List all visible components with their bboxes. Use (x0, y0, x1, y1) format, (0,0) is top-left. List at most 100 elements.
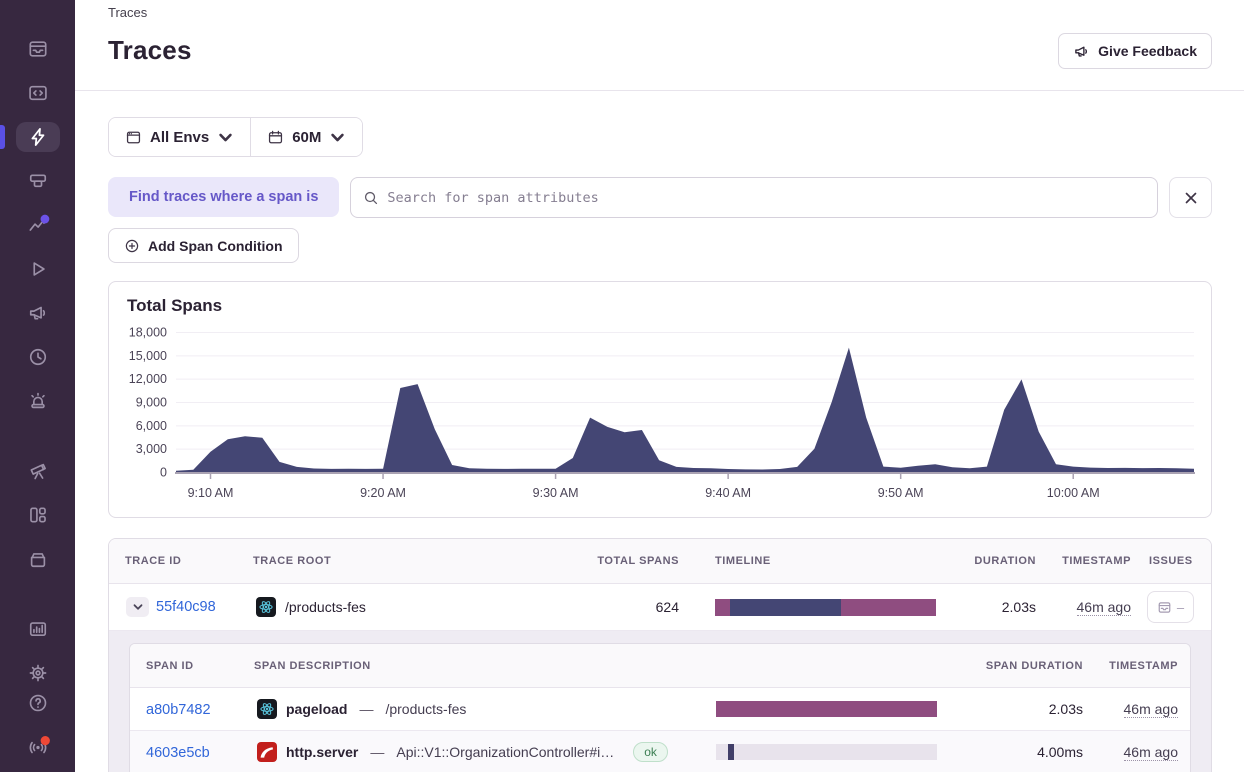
expand-trace-button[interactable] (126, 597, 149, 617)
spans-table: SPAN ID SPAN DESCRIPTION SPAN DURATION T… (129, 643, 1191, 772)
svg-text:15,000: 15,000 (129, 349, 167, 363)
megaphone-icon (1075, 46, 1088, 57)
svg-text:9:20 AM: 9:20 AM (360, 486, 406, 500)
svg-text:18,000: 18,000 (129, 326, 167, 340)
svg-text:9:30 AM: 9:30 AM (533, 486, 579, 500)
trace-row: 55f40c98 /products-fes 624 2.03s 46m ago… (109, 584, 1211, 631)
sidebar-item-dashboards[interactable] (16, 166, 60, 196)
column-header-span-timestamp: TIMESTAMP (1109, 659, 1178, 672)
total-spans-value: 624 (655, 599, 679, 615)
spans-table-header: SPAN ID SPAN DESCRIPTION SPAN DURATION T… (130, 644, 1190, 688)
clear-search-button[interactable] (1169, 177, 1212, 218)
traces-table: TRACE ID TRACE ROOT TOTAL SPANS TIMELINE… (108, 538, 1212, 772)
search-input[interactable] (387, 189, 1145, 206)
sidebar-item-insights[interactable] (16, 210, 60, 240)
close-icon (1185, 192, 1196, 203)
chevron-down-icon (219, 133, 232, 141)
lightning-icon (31, 127, 44, 147)
sidebar-item-replays[interactable] (16, 254, 60, 284)
search-row: Find traces where a span is (108, 177, 1212, 218)
span-op: http.server (286, 744, 359, 760)
environment-filter-label: All Envs (150, 128, 210, 146)
whats-new-button[interactable] (16, 732, 60, 762)
sidebar-item-projects[interactable] (16, 78, 60, 108)
give-feedback-button[interactable]: Give Feedback (1058, 33, 1212, 69)
column-header-trace-id: TRACE ID (125, 555, 182, 567)
sidebar-item-feedback[interactable] (16, 298, 60, 328)
span-timestamp[interactable]: 46m ago (1123, 701, 1178, 718)
active-indicator (0, 125, 5, 149)
window-icon (126, 131, 141, 143)
trace-root-label: /products-fes (285, 599, 366, 615)
span-row: 4603e5cb http.server — Api::V1::Organiza… (130, 731, 1190, 772)
archive-box-icon (30, 553, 45, 568)
span-duration-bar (716, 744, 937, 760)
react-icon (257, 699, 277, 719)
sidebar-item-issues[interactable] (16, 34, 60, 64)
megaphone-icon (29, 306, 45, 320)
where-condition-label: Find traces where a span is (108, 177, 340, 217)
sidebar-item-alerts[interactable] (16, 386, 60, 416)
svg-text:12,000: 12,000 (129, 372, 167, 386)
separator: — (359, 701, 374, 717)
content-area: All Envs 60M Find traces where a span is (75, 91, 1244, 772)
sidebar-nav (0, 34, 75, 688)
span-id-link[interactable]: a80b7482 (146, 702, 211, 718)
sidebar-item-discover[interactable] (16, 456, 60, 486)
play-icon (32, 262, 45, 276)
span-duration-value: 4.00ms (1037, 744, 1083, 760)
column-header-span-duration: SPAN DURATION (985, 659, 1083, 672)
issues-icon (28, 41, 47, 57)
react-icon (256, 597, 276, 617)
span-op: pageload (286, 701, 348, 717)
rails-icon (257, 742, 277, 762)
calendar-icon (269, 130, 283, 143)
app-root: Traces Traces Give Feedback All Envs 60M… (0, 0, 1244, 772)
issues-icon (1158, 601, 1171, 613)
svg-text:9,000: 9,000 (136, 396, 167, 410)
breadcrumb[interactable]: Traces (108, 4, 1212, 22)
column-header-timestamp: TIMESTAMP (1062, 555, 1131, 567)
sidebar-item-explore[interactable] (0, 122, 60, 152)
bar-chart-icon (29, 622, 46, 636)
notification-dot-purple (40, 214, 49, 224)
sidebar-item-history[interactable] (16, 342, 60, 372)
span-description: /products-fes (385, 701, 467, 717)
span-timestamp[interactable]: 46m ago (1123, 744, 1178, 761)
page-title: Traces (108, 35, 192, 65)
broadcast-icon (29, 736, 50, 754)
total-spans-chart-card: Total Spans 0 3,000 6,000 9,000 12,000 15,000… (108, 281, 1212, 518)
help-button[interactable] (16, 688, 60, 718)
span-description: Api::V1::OrganizationController#i… (396, 744, 615, 760)
main-content: Traces Traces Give Feedback All Envs 60M… (75, 0, 1244, 772)
svg-text:3,000: 3,000 (136, 442, 167, 456)
add-span-condition-button[interactable]: Add Span Condition (108, 228, 299, 263)
sidebar-item-archive[interactable] (16, 544, 60, 574)
issues-empty-value: – (1176, 599, 1185, 615)
trace-id-link[interactable]: 55f40c98 (156, 599, 216, 615)
span-status-badge: ok (633, 742, 668, 762)
environment-filter[interactable]: All Envs (109, 118, 251, 156)
total-spans-area-chart: 0 3,000 6,000 9,000 12,000 15,000 18,000 9:10 A… (109, 282, 1211, 517)
time-period-filter[interactable]: 60M (250, 118, 363, 156)
search-box (350, 177, 1158, 218)
gear-icon (29, 664, 46, 682)
span-duration-bar (716, 701, 937, 717)
svg-text:10:00 AM: 10:00 AM (1047, 486, 1100, 500)
sidebar-item-boards[interactable] (16, 500, 60, 530)
telescope-icon (29, 463, 46, 480)
column-header-span-description: SPAN DESCRIPTION (254, 659, 371, 672)
trace-issues-button[interactable]: – (1147, 591, 1194, 623)
svg-text:9:40 AM: 9:40 AM (705, 486, 751, 500)
span-id-link[interactable]: 4603e5cb (146, 745, 210, 761)
column-header-issues: ISSUES (1149, 555, 1193, 567)
trace-timeline-bar (715, 598, 936, 616)
projector-icon (29, 174, 46, 188)
sidebar-item-stats[interactable] (16, 614, 60, 644)
trace-timestamp[interactable]: 46m ago (1076, 599, 1131, 616)
separator: — (370, 744, 385, 760)
page-header: Traces Traces Give Feedback (75, 0, 1244, 91)
code-folder-icon (28, 85, 47, 101)
give-feedback-label: Give Feedback (1098, 43, 1197, 59)
sidebar-item-settings[interactable] (16, 658, 60, 688)
